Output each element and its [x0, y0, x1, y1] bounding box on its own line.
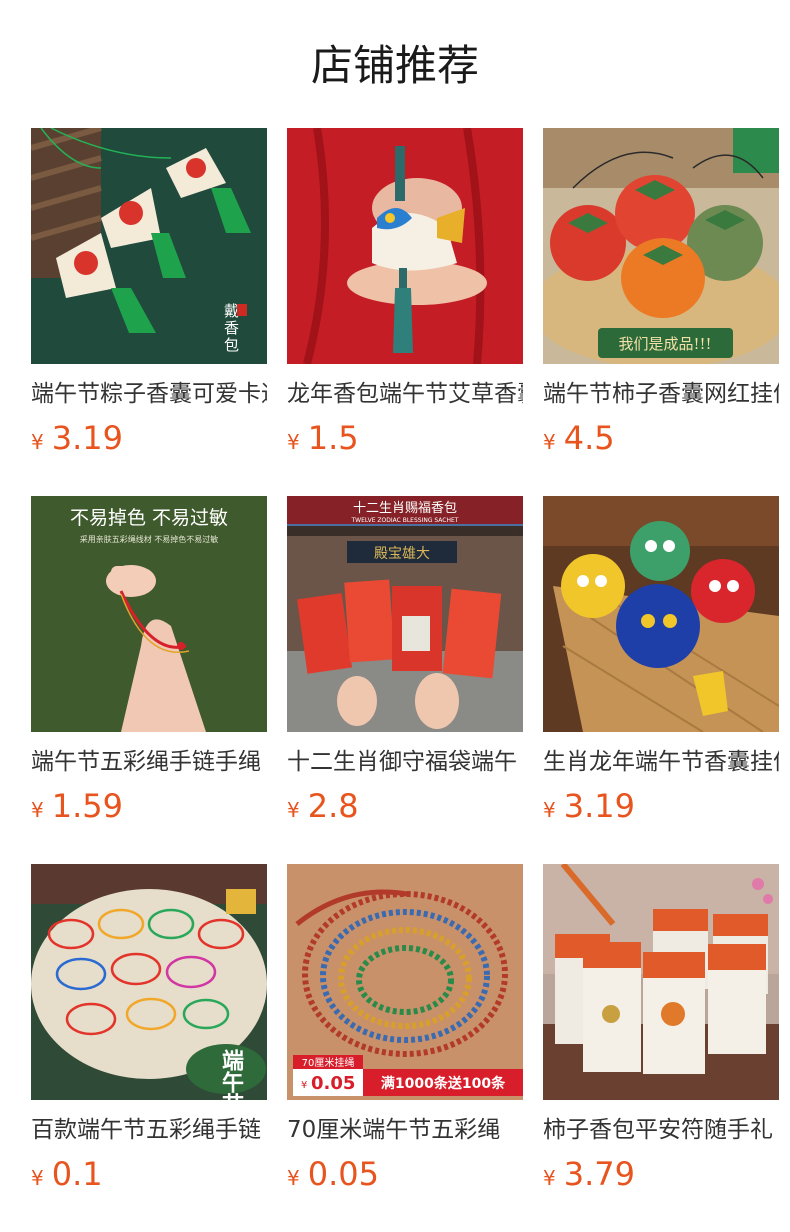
- product-grid: 戴香包 端午节粽子香囊可爱卡通 ¥ 3.19 龙年香包端午节艾草香囊 ¥ 1.5…: [31, 128, 779, 1232]
- product-card[interactable]: 70厘米挂绳 ¥ 0.05 满1000条送100条 70厘米端午节五彩绳 ¥ 0…: [287, 864, 523, 1232]
- product-title[interactable]: 端午节五彩绳手链手绳: [31, 746, 267, 778]
- product-image[interactable]: 70厘米挂绳 ¥ 0.05 满1000条送100条: [287, 864, 523, 1100]
- product-image[interactable]: 端午节: [31, 864, 267, 1100]
- price-value: 0.1: [51, 1155, 103, 1193]
- overlay-sub: 采用亲肤五彩绳线材 不易掉色不易过敏: [80, 534, 219, 544]
- price-row: ¥ 0.1: [31, 1154, 267, 1194]
- product-card[interactable]: 戴香包 端午节粽子香囊可爱卡通 ¥ 3.19: [31, 128, 267, 496]
- product-card[interactable]: 柿子香包平安符随手礼 ¥ 3.79: [543, 864, 779, 1232]
- product-title[interactable]: 百款端午节五彩绳手链: [31, 1114, 267, 1146]
- zongzi-sachets-image: 戴香包: [31, 128, 267, 364]
- product-image[interactable]: [543, 864, 779, 1100]
- product-card[interactable]: 我们是成品!!! 端午节柿子香囊网红挂件 ¥ 4.5: [543, 128, 779, 496]
- currency-symbol: ¥: [287, 1166, 300, 1190]
- product-title[interactable]: 十二生肖御守福袋端午: [287, 746, 523, 778]
- overlay-heading: 十二生肖赐福香包: [353, 501, 457, 516]
- product-image[interactable]: 我们是成品!!!: [543, 128, 779, 364]
- product-card[interactable]: 端午节 百款端午节五彩绳手链 ¥ 0.1: [31, 864, 267, 1232]
- price-row: ¥ 1.59: [31, 786, 267, 826]
- stamp-text: 端午节: [218, 1049, 244, 1100]
- dragon-toys-image: [543, 496, 779, 732]
- product-title[interactable]: 龙年香包端午节艾草香囊: [287, 378, 523, 410]
- price-row: ¥ 3.79: [543, 1154, 779, 1194]
- currency-symbol: ¥: [287, 798, 300, 822]
- product-card[interactable]: 龙年香包端午节艾草香囊 ¥ 1.5: [287, 128, 523, 496]
- bracelet-hand-image: 不易掉色 不易过敏 采用亲肤五彩绳线材 不易掉色不易过敏: [31, 496, 267, 732]
- tag-price: 0.05: [311, 1073, 355, 1094]
- price-value: 2.8: [307, 787, 359, 825]
- persimmon-sachets-image: 我们是成品!!!: [543, 128, 779, 364]
- rope-coil-image: 70厘米挂绳 ¥ 0.05 满1000条送100条: [287, 864, 523, 1100]
- banner-text: 我们是成品!!!: [618, 335, 711, 353]
- promo-text: 满1000条送100条: [381, 1075, 506, 1092]
- price-value: 4.5: [563, 419, 615, 457]
- price-value: 3.79: [563, 1155, 635, 1193]
- currency-symbol: ¥: [543, 1166, 556, 1190]
- price-value: 3.19: [563, 787, 635, 825]
- overlay-sub: TWELVE ZODIAC BLESSING SACHET: [351, 517, 459, 524]
- zodiac-pouches-image: 殿宝雄大 十二生肖赐福香包 TWELVE ZODIAC BLESSING SAC…: [287, 496, 523, 732]
- currency-symbol: ¥: [31, 798, 44, 822]
- product-card[interactable]: 生肖龙年端午节香囊挂件 ¥ 3.19: [543, 496, 779, 864]
- price-row: ¥ 1.5: [287, 418, 523, 458]
- price-row: ¥ 3.19: [543, 786, 779, 826]
- currency-symbol: ¥: [31, 430, 44, 454]
- price-row: ¥ 2.8: [287, 786, 523, 826]
- product-card[interactable]: 殿宝雄大 十二生肖赐福香包 TWELVE ZODIAC BLESSING SAC…: [287, 496, 523, 864]
- currency-symbol: ¥: [543, 798, 556, 822]
- price-row: ¥ 4.5: [543, 418, 779, 458]
- price-value: 1.5: [307, 419, 359, 457]
- bracelets-many-image: 端午节: [31, 864, 267, 1100]
- price-row: ¥ 3.19: [31, 418, 267, 458]
- product-title[interactable]: 生肖龙年端午节香囊挂件: [543, 746, 779, 778]
- currency-symbol: ¥: [543, 430, 556, 454]
- currency-symbol: ¥: [287, 430, 300, 454]
- product-image[interactable]: 戴香包: [31, 128, 267, 364]
- price-value: 0.05: [307, 1155, 379, 1193]
- dragon-sachet-image: [287, 128, 523, 364]
- product-title[interactable]: 端午节粽子香囊可爱卡通: [31, 378, 267, 410]
- product-image[interactable]: 不易掉色 不易过敏 采用亲肤五彩绳线材 不易掉色不易过敏: [31, 496, 267, 732]
- product-image[interactable]: [287, 128, 523, 364]
- price-row: ¥ 0.05: [287, 1154, 523, 1194]
- product-title[interactable]: 70厘米端午节五彩绳: [287, 1114, 523, 1146]
- currency-symbol: ¥: [31, 1166, 44, 1190]
- tag-label: 70厘米挂绳: [302, 1056, 355, 1069]
- price-value: 1.59: [51, 787, 123, 825]
- product-image[interactable]: [543, 496, 779, 732]
- product-card[interactable]: 不易掉色 不易过敏 采用亲肤五彩绳线材 不易掉色不易过敏 端午节五彩绳手链手绳 …: [31, 496, 267, 864]
- overlay-heading: 不易掉色 不易过敏: [70, 507, 228, 529]
- plaque-text: 殿宝雄大: [374, 546, 430, 562]
- tag-currency: ¥: [301, 1080, 307, 1091]
- product-image[interactable]: 殿宝雄大 十二生肖赐福香包 TWELVE ZODIAC BLESSING SAC…: [287, 496, 523, 732]
- product-title[interactable]: 端午节柿子香囊网红挂件: [543, 378, 779, 410]
- section-title: 店铺推荐: [310, 41, 479, 90]
- product-title[interactable]: 柿子香包平安符随手礼: [543, 1114, 779, 1146]
- price-value: 3.19: [51, 419, 123, 457]
- store-recommendations-page: 店铺推荐 戴香包 端午节粽子香囊可爱卡通 ¥ 3.19 龙年香包端午节艾草香囊 …: [0, 0, 790, 1232]
- card-packs-image: [543, 864, 779, 1100]
